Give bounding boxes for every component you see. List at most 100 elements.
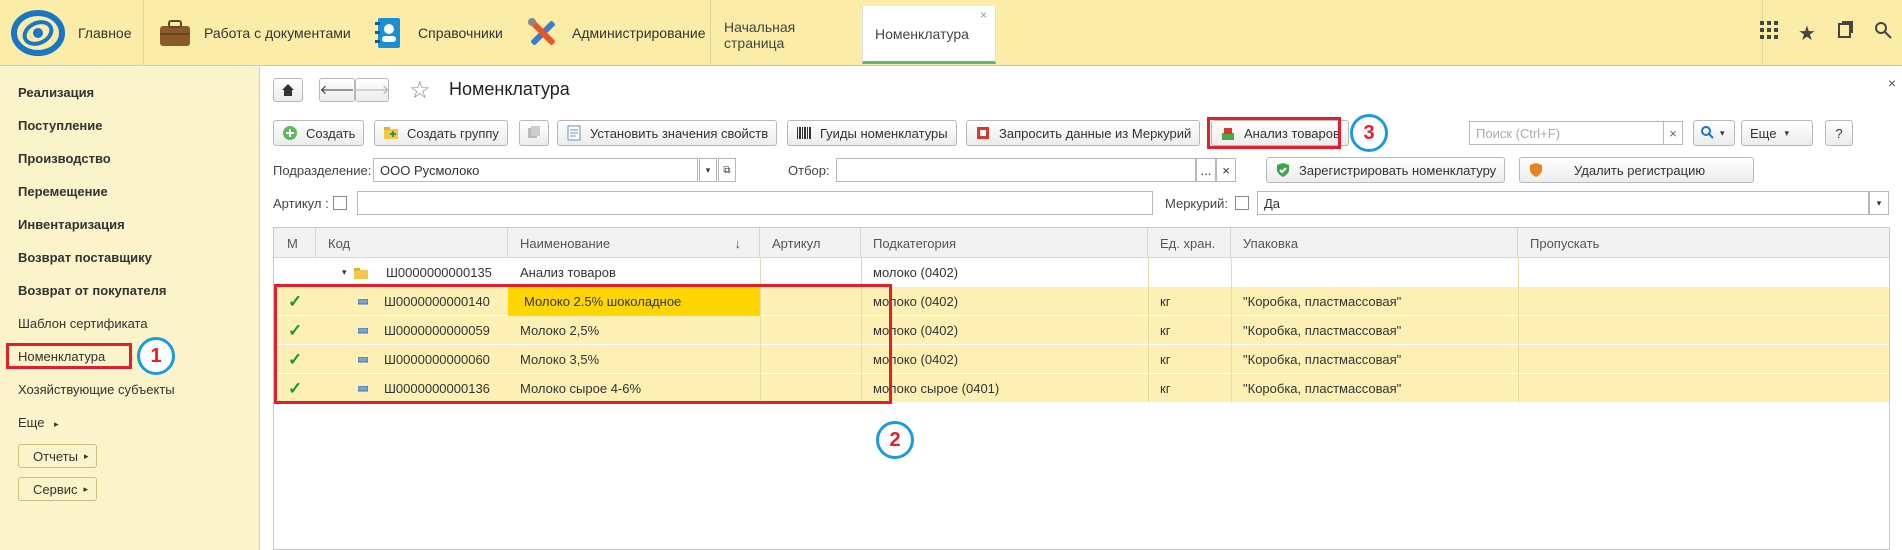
filter-select-button[interactable]: ... bbox=[1196, 158, 1216, 182]
column-header-mark[interactable]: М bbox=[274, 228, 316, 258]
clear-search-icon[interactable]: × bbox=[1663, 121, 1683, 145]
row-code: Ш0000000000060 bbox=[384, 352, 490, 367]
request-mercury-button[interactable]: Запросить данные из Меркурий bbox=[966, 120, 1201, 146]
division-open[interactable]: ⧉ bbox=[718, 158, 736, 182]
column-header-name[interactable]: Наименование ↓ bbox=[508, 228, 760, 258]
nav-separator bbox=[143, 0, 144, 66]
row-code: Ш0000000000140 bbox=[384, 294, 490, 309]
nav-section-documents[interactable]: Работа с документами bbox=[156, 0, 351, 66]
sidebar-item-return-to-supplier[interactable]: Возврат поставщику bbox=[18, 250, 152, 265]
help-button[interactable]: ? bbox=[1825, 120, 1853, 146]
briefcase-icon bbox=[156, 14, 194, 52]
more-menu-button-label: Еще bbox=[1750, 125, 1777, 141]
column-header-skip[interactable]: Пропускать bbox=[1518, 228, 1607, 258]
row-unit: кг bbox=[1160, 323, 1171, 338]
sidebar: Реализация Поступление Производство Пере… bbox=[0, 67, 260, 550]
arrow-left-icon: 🡐 bbox=[319, 82, 355, 97]
guides-button[interactable]: Гуиды номенклатуры bbox=[787, 120, 957, 146]
column-header-package[interactable]: Упаковка bbox=[1231, 228, 1518, 258]
table-row[interactable]: ✓ Ш0000000000059 Молоко 2,5% молоко (040… bbox=[274, 316, 1889, 345]
unregister-button[interactable]: Удалить регистрацию bbox=[1519, 157, 1754, 183]
mercury-value: Да bbox=[1264, 195, 1281, 211]
nav-section-references[interactable]: Справочники bbox=[370, 0, 503, 66]
app-logo-icon[interactable] bbox=[10, 8, 66, 58]
division-select[interactable]: ООО Русмолоко bbox=[373, 158, 698, 182]
column-header-code[interactable]: Код bbox=[316, 228, 508, 258]
tab-close-icon[interactable]: × bbox=[980, 8, 987, 22]
search-input[interactable]: Поиск (Ctrl+F) bbox=[1469, 121, 1683, 145]
tab-nomenclature[interactable]: Номенклатура × bbox=[862, 6, 996, 64]
sidebar-item-inventory[interactable]: Инвентаризация bbox=[18, 217, 125, 232]
row-unit: кг bbox=[1160, 352, 1171, 367]
top-navigation-bar: Главное Работа с документами Справочники… bbox=[0, 0, 1902, 66]
sidebar-item-more[interactable]: Еще ▸ bbox=[18, 415, 59, 430]
page-title: Номенклатура bbox=[449, 79, 570, 99]
sidebar-item-nomenclature[interactable]: Номенклатура bbox=[18, 349, 105, 364]
expand-caret-icon[interactable]: ▾ bbox=[342, 258, 347, 287]
table-row[interactable]: ✓ Ш0000000000140 Молоко 2.5% шоколадное … bbox=[274, 287, 1889, 316]
row-name-selected[interactable]: Молоко 2.5% шоколадное bbox=[508, 287, 760, 316]
row-subcategory: молоко (0402) bbox=[873, 352, 959, 367]
row-subcategory: молоко (0402) bbox=[873, 294, 959, 309]
mercury-checkbox[interactable] bbox=[1235, 196, 1249, 210]
barcode-icon bbox=[796, 125, 812, 141]
more-menu-button[interactable]: Еще ▾ bbox=[1741, 120, 1813, 146]
sidebar-item-sales[interactable]: Реализация bbox=[18, 85, 94, 100]
column-header-subcategory[interactable]: Подкатегория bbox=[861, 228, 1148, 258]
forward-button[interactable]: 🡒 bbox=[355, 78, 389, 102]
mercury-select[interactable]: Да bbox=[1257, 191, 1869, 215]
row-package: "Коробка, пластмассовая" bbox=[1243, 323, 1402, 338]
favorites-star-icon[interactable]: ★ bbox=[1788, 21, 1826, 46]
nav-section-administration[interactable]: Администрирование bbox=[524, 0, 706, 66]
mark-check-icon: ✓ bbox=[288, 320, 303, 340]
copy-icon bbox=[527, 125, 541, 142]
search-button[interactable]: ▾ bbox=[1693, 120, 1735, 146]
arrow-right-icon: 🡒 bbox=[354, 82, 390, 97]
sidebar-item-transfer[interactable]: Перемещение bbox=[18, 184, 108, 199]
table-row[interactable]: ✓ Ш0000000000136 Молоко сырое 4-6% молок… bbox=[274, 374, 1889, 403]
table-row[interactable]: ✓ Ш0000000000060 Молоко 3,5% молоко (040… bbox=[274, 345, 1889, 374]
home-button[interactable] bbox=[273, 78, 303, 102]
tab-start-page[interactable]: Начальная страница bbox=[712, 6, 862, 64]
create-button[interactable]: Создать bbox=[273, 120, 365, 146]
filter-clear-icon[interactable]: × bbox=[1216, 158, 1236, 182]
search-icon[interactable] bbox=[1864, 21, 1902, 45]
row-code: Ш0000000000136 bbox=[384, 381, 490, 396]
nomenclature-table: М Код Наименование ↓ Артикул Подкатегори… bbox=[273, 227, 1890, 550]
sidebar-item-business-entities[interactable]: Хозяйствующие субъекты bbox=[18, 382, 175, 397]
sidebar-item-return-from-customer[interactable]: Возврат от покупателя bbox=[18, 283, 166, 298]
column-divider bbox=[1231, 258, 1232, 403]
copy-button[interactable] bbox=[519, 120, 549, 146]
nav-section-administration-label: Администрирование bbox=[572, 25, 706, 41]
article-input[interactable] bbox=[357, 191, 1153, 215]
back-button[interactable]: 🡐 bbox=[319, 78, 355, 102]
analysis-button[interactable]: Анализ товаров bbox=[1211, 120, 1349, 146]
reports-button[interactable]: Отчеты ▸ bbox=[18, 444, 98, 468]
column-header-article[interactable]: Артикул bbox=[760, 228, 861, 258]
nav-home[interactable]: Главное bbox=[66, 0, 142, 66]
sidebar-item-certificate-template[interactable]: Шаблон сертификата bbox=[18, 316, 148, 331]
column-header-unit[interactable]: Ед. хран. bbox=[1148, 228, 1231, 258]
create-group-button[interactable]: Создать группу bbox=[374, 120, 508, 146]
mark-check-icon: ✓ bbox=[288, 349, 303, 369]
filter-label: Отбор: bbox=[788, 163, 830, 178]
register-button[interactable]: Зарегистрировать номенклатуру bbox=[1266, 157, 1506, 183]
article-checkbox[interactable] bbox=[333, 196, 347, 210]
column-header-name-label: Наименование bbox=[520, 235, 611, 251]
sidebar-item-production[interactable]: Производство bbox=[18, 151, 111, 166]
annotation-badge-2: 2 bbox=[876, 421, 914, 459]
close-form-icon[interactable]: × bbox=[1888, 75, 1896, 91]
sort-arrow-icon: ↓ bbox=[734, 235, 742, 251]
history-icon[interactable] bbox=[1826, 21, 1864, 45]
service-button[interactable]: Сервис ▸ bbox=[18, 477, 98, 501]
table-group-row[interactable]: ▾ Ш0000000000135 Анализ товаров молоко (… bbox=[274, 258, 1889, 287]
open-window-icon: ⧉ bbox=[723, 164, 731, 176]
mercury-dropdown[interactable]: ▾ bbox=[1869, 191, 1889, 215]
apps-grid-icon[interactable] bbox=[1750, 21, 1788, 45]
favorite-star-icon[interactable]: ☆ bbox=[409, 76, 431, 105]
sidebar-item-receipts[interactable]: Поступление bbox=[18, 118, 103, 133]
set-properties-button[interactable]: Установить значения свойств bbox=[557, 120, 778, 146]
division-dropdown[interactable]: ▾ bbox=[699, 158, 717, 182]
filter-input[interactable] bbox=[836, 158, 1196, 182]
division-value: ООО Русмолоко bbox=[380, 162, 480, 178]
